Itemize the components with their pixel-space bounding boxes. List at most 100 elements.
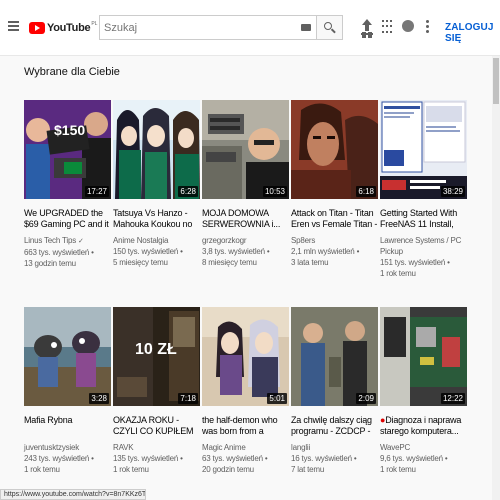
video-thumbnail[interactable]: 6:18: [291, 100, 378, 199]
keyboard-icon[interactable]: [301, 24, 311, 31]
video-meta: WavePC 9,6 tys. wyświetleń • 1 rok temu: [380, 442, 467, 475]
video-title[interactable]: MOJA DOMOWA SERWEROWNIA i...: [202, 208, 289, 230]
video-meta: langlii 16 tys. wyświetleń • 7 lat temu: [291, 442, 378, 475]
channel-name[interactable]: WavePC: [380, 442, 467, 453]
channel-name[interactable]: Anime Nostalgia: [113, 235, 200, 246]
channel-name[interactable]: grzegorzkogr: [202, 235, 289, 246]
video-duration: 10:53: [262, 186, 287, 197]
video-meta: grzegorzkogr 3,8 tys. wyświetleń • 8 mie…: [202, 235, 289, 268]
video-meta: Sp8ers 2,1 mln wyświetleń • 3 lata temu: [291, 235, 378, 268]
video-duration: 38:29: [440, 186, 465, 197]
view-count: 135 tys. wyświetleń •: [113, 454, 183, 463]
video-card[interactable]: 38:29 Getting Started With FreeNAS 11 In…: [380, 100, 467, 279]
video-title[interactable]: We UPGRADED the $69 Gaming PC and it ROC…: [24, 208, 111, 230]
more-options-icon[interactable]: [426, 20, 429, 34]
view-count: 2,1 mln wyświetleń •: [291, 247, 360, 256]
upload-icon[interactable]: [360, 19, 374, 35]
section-title: Wybrane dla Ciebie: [24, 66, 120, 78]
youtube-logo[interactable]: YouTube PL: [29, 19, 97, 37]
video-meta: Lawrence Systems / PC Pickup 151 tys. wy…: [380, 235, 467, 279]
video-duration: 6:28: [178, 186, 198, 197]
channel-name[interactable]: Linus Tech Tips ✓: [24, 235, 111, 247]
channel-name[interactable]: Magic Anime: [202, 442, 289, 453]
video-card[interactable]: 5:01 the half-demon who was born from a …: [202, 307, 289, 475]
upload-age: 3 lata temu: [291, 258, 329, 267]
video-title[interactable]: ●Diagnoza i naprawa starego komputera...: [380, 415, 467, 437]
video-thumbnail[interactable]: 2:09: [291, 307, 378, 406]
video-duration: 12:22: [440, 393, 465, 404]
search-button[interactable]: [317, 15, 343, 40]
channel-name[interactable]: RAVK: [113, 442, 200, 453]
video-title[interactable]: the half-demon who was born from a demon…: [202, 415, 289, 437]
search-input[interactable]: [100, 16, 300, 39]
video-title[interactable]: Tatsuya Vs Hanzo - Mahouka Koukou no Ret…: [113, 208, 200, 230]
view-count: 9,6 tys. wyświetleń •: [380, 454, 448, 463]
video-thumbnail[interactable]: 10:53: [202, 100, 289, 199]
video-title[interactable]: Attack on Titan - Titan Eren vs Female T…: [291, 208, 378, 230]
upload-age: 1 rok temu: [380, 269, 416, 278]
video-duration: 2:09: [356, 393, 376, 404]
video-card[interactable]: 3:28 Mafia Rybna juventusktzysiek 243 ty…: [24, 307, 111, 475]
video-card[interactable]: 12:22 ●Diagnoza i naprawa starego komput…: [380, 307, 467, 475]
upload-age: 5 miesięcy temu: [113, 258, 168, 267]
youtube-play-icon: [29, 22, 45, 34]
video-duration: 7:18: [178, 393, 198, 404]
video-thumbnail[interactable]: 5:01: [202, 307, 289, 406]
channel-name[interactable]: Sp8ers: [291, 235, 378, 246]
hamburger-menu-icon[interactable]: [8, 21, 19, 31]
view-count: 663 tys. wyświetleń •: [24, 248, 94, 257]
logo-text: YouTube: [47, 22, 91, 34]
messages-icon[interactable]: [402, 20, 414, 32]
view-count: 63 tys. wyświetleń •: [202, 454, 268, 463]
verified-icon: ✓: [78, 238, 84, 245]
upload-age: 1 rok temu: [24, 465, 60, 474]
channel-name[interactable]: langlii: [291, 442, 378, 453]
scrollbar-thumb[interactable]: [493, 58, 499, 104]
video-title[interactable]: Za chwilę dalszy ciąg programu - ZCDCP -…: [291, 415, 378, 437]
video-card[interactable]: 10:53 MOJA DOMOWA SERWEROWNIA i... grzeg…: [202, 100, 289, 268]
video-title[interactable]: Mafia Rybna: [24, 415, 111, 437]
upload-age: 7 lat temu: [291, 465, 325, 474]
video-thumbnail[interactable]: $150 17:27: [24, 100, 111, 199]
video-duration: 17:27: [84, 186, 109, 197]
channel-name[interactable]: juventusktzysiek: [24, 442, 111, 453]
sign-in-button[interactable]: ZALOGUJ SIĘ: [445, 22, 500, 44]
channel-name[interactable]: Lawrence Systems / PC Pickup: [380, 235, 467, 257]
view-count: 151 tys. wyświetleń •: [380, 258, 450, 267]
video-card[interactable]: $150 17:27 We UPGRADED the $69 Gaming PC…: [24, 100, 111, 269]
page-scrollbar[interactable]: [492, 56, 500, 500]
view-count: 150 tys. wyświetleń •: [113, 247, 183, 256]
upload-age: 8 miesięcy temu: [202, 258, 257, 267]
video-meta: Linus Tech Tips ✓ 663 tys. wyświetleń • …: [24, 235, 111, 269]
upload-age: 20 godzin temu: [202, 465, 254, 474]
video-meta: Magic Anime 63 tys. wyświetleń • 20 godz…: [202, 442, 289, 475]
apps-grid-icon[interactable]: [382, 20, 392, 34]
video-card[interactable]: 2:09 Za chwilę dalszy ciąg programu - ZC…: [291, 307, 378, 475]
video-thumbnail[interactable]: 38:29: [380, 100, 467, 199]
upload-age: 13 godzin temu: [24, 259, 76, 268]
view-count: 16 tys. wyświetleń •: [291, 454, 357, 463]
video-duration: 3:28: [89, 393, 109, 404]
video-meta: Anime Nostalgia 150 tys. wyświetleń • 5 …: [113, 235, 200, 268]
video-card[interactable]: 6:18 Attack on Titan - Titan Eren vs Fem…: [291, 100, 378, 268]
thumbnail-caption: $150: [54, 122, 86, 138]
video-meta: juventusktzysiek 243 tys. wyświetleń • 1…: [24, 442, 111, 475]
logo-region: PL: [91, 21, 98, 27]
video-thumbnail[interactable]: 12:22: [380, 307, 467, 406]
video-title[interactable]: Getting Started With FreeNAS 11 Install,…: [380, 208, 467, 230]
browser-status-url: https://www.youtube.com/watch?v=8n7KKz6T…: [0, 489, 146, 500]
upload-age: 1 rok temu: [113, 465, 149, 474]
video-thumbnail[interactable]: 10 ZŁ 7:18: [113, 307, 200, 406]
video-card[interactable]: 6:28 Tatsuya Vs Hanzo - Mahouka Koukou n…: [113, 100, 200, 268]
video-duration: 6:18: [356, 186, 376, 197]
view-count: 3,8 tys. wyświetleń •: [202, 247, 270, 256]
top-bar: YouTube PL ZALOGUJ SIĘ: [0, 0, 500, 56]
video-thumbnail[interactable]: 3:28: [24, 307, 111, 406]
video-meta: RAVK 135 tys. wyświetleń • 1 rok temu: [113, 442, 200, 475]
view-count: 243 tys. wyświetleń •: [24, 454, 94, 463]
thumbnail-caption: 10 ZŁ: [135, 341, 177, 358]
video-title[interactable]: OKAZJA ROKU - CZYLI CO KUPIŁEM ZA 10 ZŁ!: [113, 415, 200, 437]
search-box: [99, 15, 317, 40]
video-card[interactable]: 10 ZŁ 7:18 OKAZJA ROKU - CZYLI CO KUPIŁE…: [113, 307, 200, 475]
video-thumbnail[interactable]: 6:28: [113, 100, 200, 199]
